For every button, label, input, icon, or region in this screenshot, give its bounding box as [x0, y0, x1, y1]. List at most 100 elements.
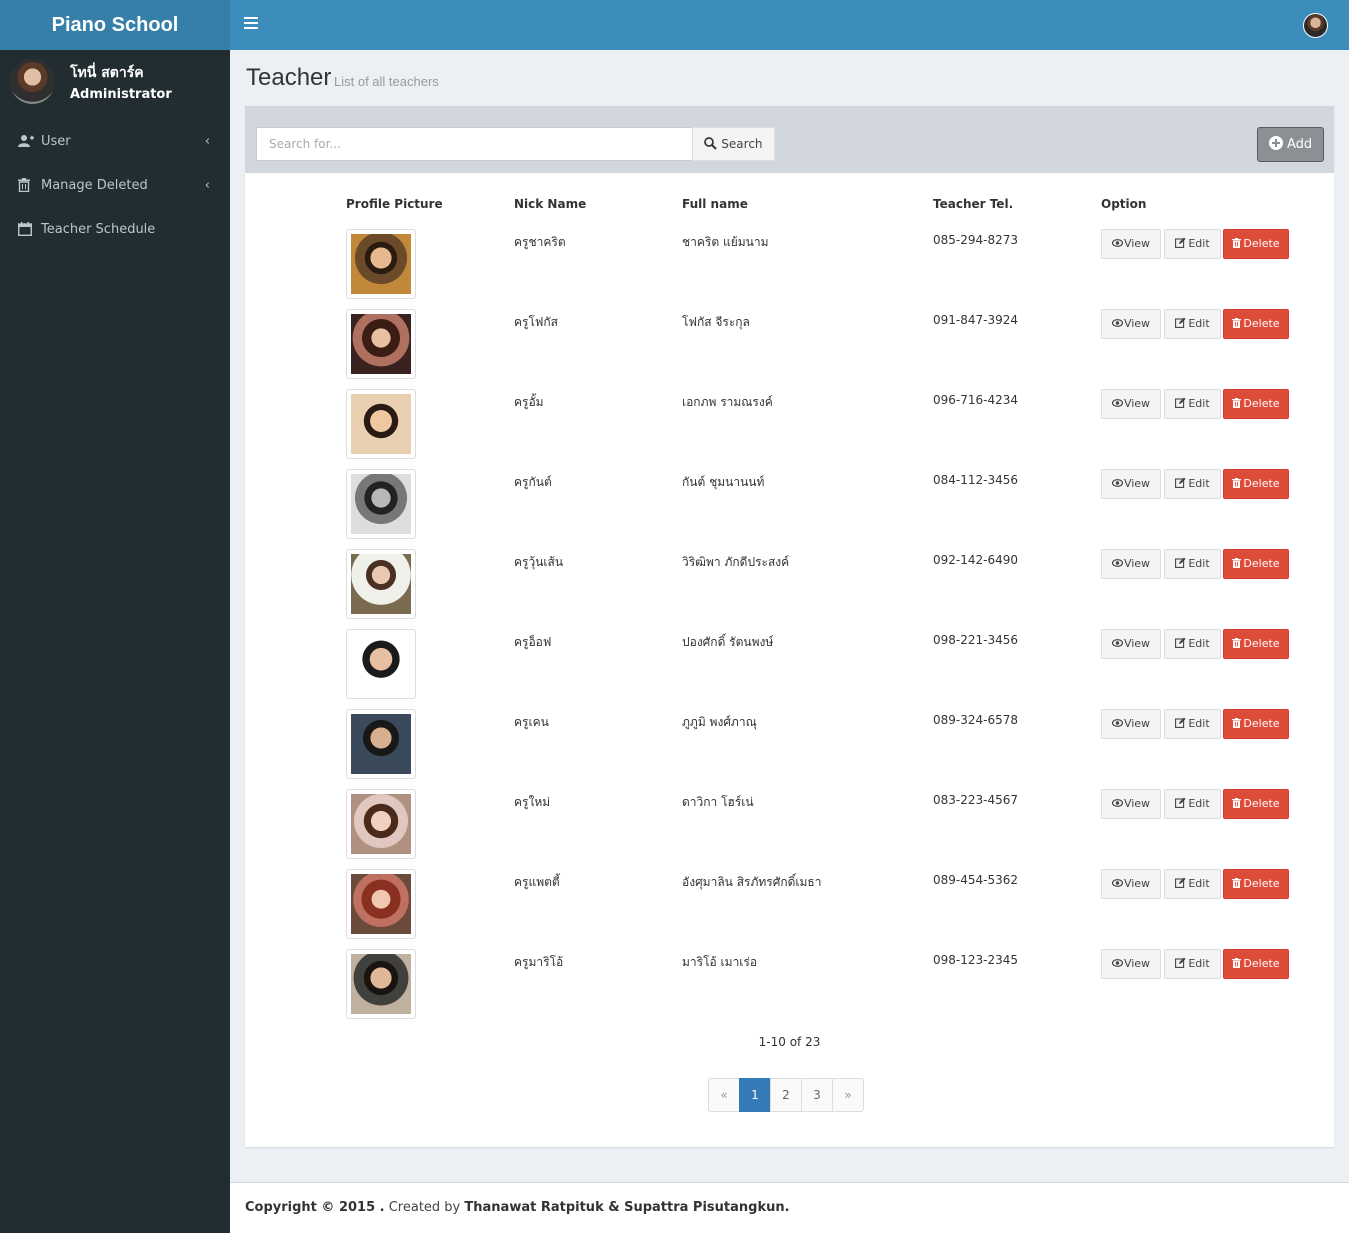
teacher-nick-name: ครูกันต์ [514, 475, 552, 489]
view-button[interactable]: View [1101, 229, 1161, 259]
edit-button[interactable]: Edit [1164, 309, 1221, 339]
view-button[interactable]: View [1101, 309, 1161, 339]
teacher-tel: 085-294-8273 [933, 233, 1019, 247]
table-row: ครูมาริโอ้ มาริโอ้ เมาเร่อ 098-123-2345 Vie… [245, 949, 1334, 1029]
edit-button[interactable]: Edit [1164, 949, 1221, 979]
delete-button[interactable]: Delete [1223, 629, 1289, 659]
teacher-nick-name: ครูอั้ม [514, 395, 544, 409]
user-avatar [10, 59, 55, 104]
view-button-label: View [1123, 717, 1151, 730]
delete-button-label: Delete [1243, 797, 1280, 810]
column-header-teacher-tel: Teacher Tel. [933, 197, 1014, 211]
add-button[interactable]: Add [1257, 127, 1324, 162]
page-title: Teacher [246, 64, 332, 91]
table-row: ครูชาคริต ชาคริต แย้มนาม 085-294-8273 View E… [245, 229, 1334, 309]
eye-icon [1111, 479, 1124, 487]
pagination-page-1[interactable]: 1 [739, 1078, 771, 1112]
delete-button-label: Delete [1243, 637, 1280, 650]
edit-icon [1175, 397, 1186, 408]
sidebar-item-manage-deleted[interactable]: Manage Deleted ‹ [0, 164, 230, 208]
view-button-label: View [1123, 957, 1151, 970]
search-icon [704, 137, 718, 150]
pagination-prev[interactable]: « [708, 1078, 740, 1112]
teacher-full-name: มาริโอ้ เมาเร่อ [682, 955, 758, 969]
footer: Copyright © 2015 . Created by Thanawat R… [230, 1182, 1349, 1233]
sidebar-item-teacher-schedule[interactable]: Teacher Schedule [0, 208, 230, 252]
edit-button[interactable]: Edit [1164, 869, 1221, 899]
teacher-profile-picture [346, 309, 416, 379]
teacher-tel: 083-223-4567 [933, 793, 1019, 807]
delete-button[interactable]: Delete [1223, 389, 1289, 419]
search-input[interactable] [256, 127, 693, 161]
delete-button[interactable]: Delete [1223, 309, 1289, 339]
teacher-nick-name: ครูโฟกัส [514, 315, 559, 329]
edit-button-label: Edit [1188, 237, 1210, 250]
view-button[interactable]: View [1101, 709, 1161, 739]
delete-button[interactable]: Delete [1223, 229, 1289, 259]
delete-button-label: Delete [1243, 877, 1280, 890]
delete-button[interactable]: Delete [1223, 949, 1289, 979]
app-logo[interactable]: Piano School [0, 0, 230, 50]
teacher-full-name: ภูภูมิ พงศ์ภาณุ [682, 715, 757, 729]
delete-button[interactable]: Delete [1223, 709, 1289, 739]
trash-icon [18, 178, 33, 193]
view-button[interactable]: View [1101, 389, 1161, 419]
teacher-tel: 098-221-3456 [933, 633, 1019, 647]
table-row: ครูวุ้นเส้น วิริฒิพา ภักดีประสงค์ 092-142-… [245, 549, 1334, 629]
teacher-tel: 084-112-3456 [933, 473, 1019, 487]
delete-button-label: Delete [1243, 557, 1280, 570]
view-button[interactable]: View [1101, 549, 1161, 579]
view-button[interactable]: View [1101, 789, 1161, 819]
trash-icon [1232, 958, 1242, 968]
teacher-tel: 096-716-4234 [933, 393, 1019, 407]
plus-circle-icon [1268, 136, 1283, 150]
pagination-summary: 1-10 of 23 [758, 1035, 821, 1049]
teacher-list-box: Search Add Profile Picture Nick Name Ful… [245, 106, 1334, 1147]
edit-button[interactable]: Edit [1164, 789, 1221, 819]
sidebar-toggle-icon[interactable] [244, 17, 258, 33]
search-button[interactable]: Search [692, 127, 775, 161]
view-button[interactable]: View [1101, 949, 1161, 979]
edit-button[interactable]: Edit [1164, 549, 1221, 579]
eye-icon [1111, 239, 1124, 247]
trash-icon [1232, 638, 1242, 648]
delete-button[interactable]: Delete [1223, 869, 1289, 899]
delete-button[interactable]: Delete [1223, 549, 1289, 579]
pagination-next[interactable]: » [832, 1078, 864, 1112]
view-button[interactable]: View [1101, 629, 1161, 659]
eye-icon [1111, 319, 1124, 327]
edit-button[interactable]: Edit [1164, 709, 1221, 739]
delete-button[interactable]: Delete [1223, 789, 1289, 819]
teacher-tel: 089-454-5362 [933, 873, 1019, 887]
edit-button[interactable]: Edit [1164, 389, 1221, 419]
edit-button-label: Edit [1188, 717, 1210, 730]
pagination-page-2[interactable]: 2 [770, 1078, 802, 1112]
edit-icon [1175, 237, 1186, 248]
teacher-full-name: ชาคริต แย้มนาม [682, 235, 769, 249]
edit-button[interactable]: Edit [1164, 629, 1221, 659]
sidebar-item-user[interactable]: User ‹ [0, 120, 230, 164]
pagination-page-3[interactable]: 3 [801, 1078, 833, 1112]
view-button-label: View [1123, 317, 1151, 330]
teacher-profile-picture [346, 229, 416, 299]
edit-button[interactable]: Edit [1164, 469, 1221, 499]
delete-button[interactable]: Delete [1223, 469, 1289, 499]
teacher-profile-picture [346, 869, 416, 939]
view-button-label: View [1123, 397, 1151, 410]
edit-button[interactable]: Edit [1164, 229, 1221, 259]
teacher-profile-picture [346, 789, 416, 859]
edit-button-label: Edit [1188, 637, 1210, 650]
user-plus-icon [18, 134, 34, 149]
teacher-nick-name: ครูใหม่ [514, 795, 551, 809]
teacher-full-name: โฟกัส จีระกุล [682, 315, 750, 329]
table-row: ครูอั้ม เอกภพ รามณรงค์ 096-716-4234 View Edi… [245, 389, 1334, 469]
footer-copyright: Copyright © 2015 . [245, 1200, 385, 1215]
edit-icon [1175, 877, 1186, 888]
teacher-full-name: ดาวิกา โฮร์เน่ [682, 795, 754, 809]
edit-icon [1175, 317, 1186, 328]
view-button[interactable]: View [1101, 869, 1161, 899]
user-avatar-icon[interactable] [1303, 13, 1328, 38]
view-button[interactable]: View [1101, 469, 1161, 499]
teacher-full-name: กันต์ ชุมนานนท์ [682, 475, 765, 489]
sidebar-item-label: Teacher Schedule [41, 222, 156, 237]
